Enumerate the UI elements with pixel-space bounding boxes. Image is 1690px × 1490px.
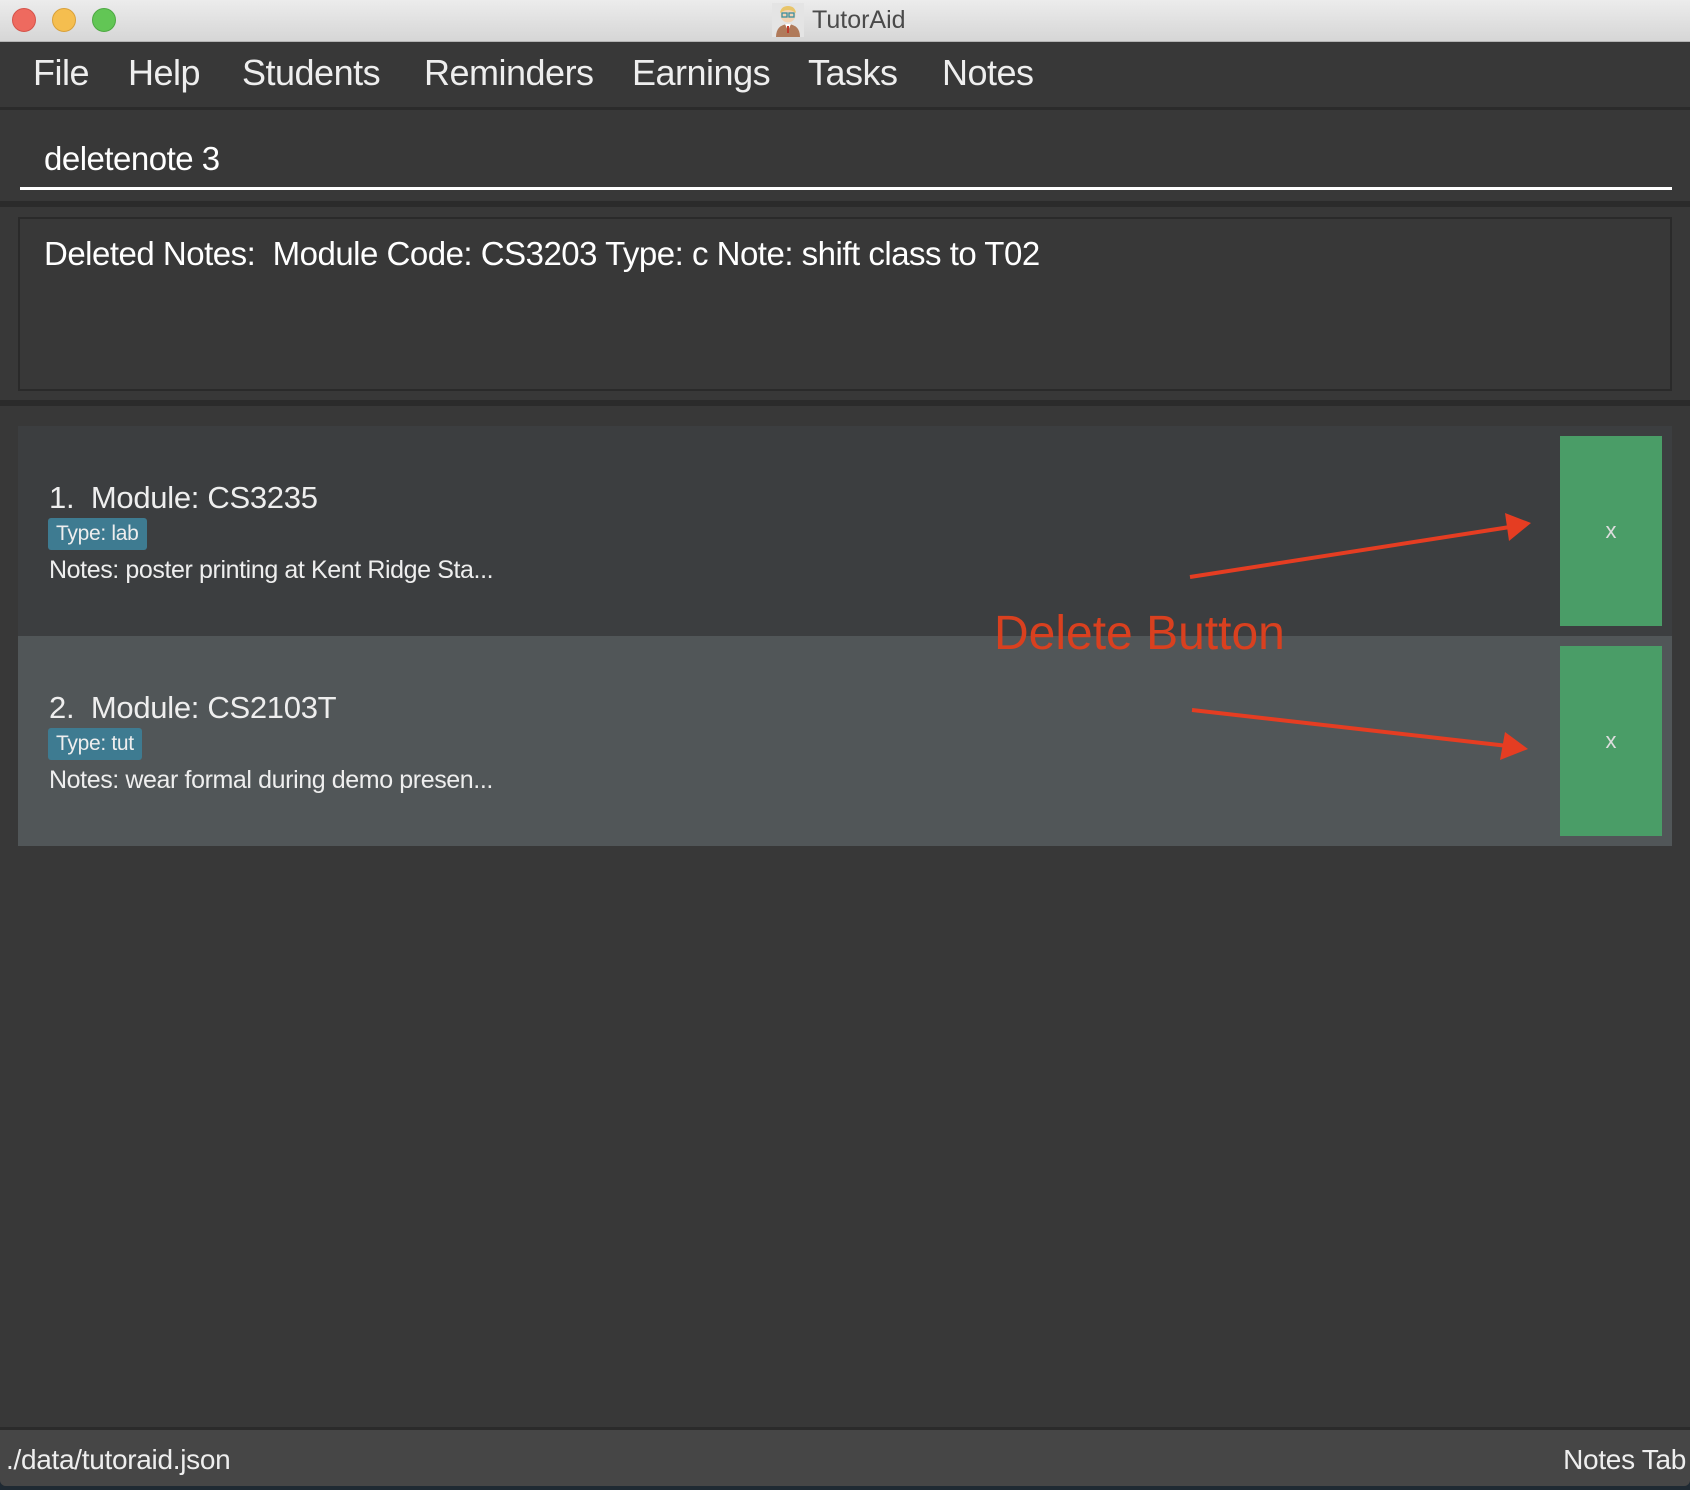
app-window: TutorAid File Help Students Reminders Ea… xyxy=(0,0,1690,1486)
note-title: 2. Module: CS2103T xyxy=(49,690,337,726)
menu-help[interactable]: Help xyxy=(128,52,201,94)
note-card[interactable]: 2. Module: CS2103T Type: tut Notes: wear… xyxy=(18,636,1672,846)
status-bar: ./data/tutoraid.json Notes Tab xyxy=(0,1427,1690,1486)
notes-list: 1. Module: CS3235 Type: lab Notes: poste… xyxy=(0,406,1690,1427)
command-box xyxy=(0,110,1690,203)
note-module: Module: CS2103T xyxy=(90,690,337,725)
window-title-text: TutorAid xyxy=(812,5,906,34)
window-title: TutorAid xyxy=(772,3,906,37)
menu-students[interactable]: Students xyxy=(242,52,381,94)
result-message: Deleted Notes: Module Code: CS3203 Type:… xyxy=(44,235,1040,272)
note-index: 2. xyxy=(49,690,75,725)
note-content: Notes: wear formal during demo presen... xyxy=(49,766,493,794)
note-type-tag: Type: lab xyxy=(48,518,147,550)
menu-reminders[interactable]: Reminders xyxy=(424,52,594,94)
note-title: 1. Module: CS3235 xyxy=(49,480,318,516)
note-type-tag: Type: tut xyxy=(48,728,142,760)
command-input[interactable] xyxy=(20,130,1672,190)
note-module: Module: CS3235 xyxy=(90,480,318,515)
delete-note-button[interactable]: x xyxy=(1560,646,1662,836)
delete-note-button[interactable]: x xyxy=(1560,436,1662,626)
tutor-avatar-icon xyxy=(772,3,804,37)
menu-file[interactable]: File xyxy=(33,52,90,94)
menu-earnings[interactable]: Earnings xyxy=(632,52,771,94)
minimize-window-button[interactable] xyxy=(52,8,76,32)
close-window-button[interactable] xyxy=(12,8,36,32)
result-display: Deleted Notes: Module Code: CS3203 Type:… xyxy=(18,217,1672,391)
note-card[interactable]: 1. Module: CS3235 Type: lab Notes: poste… xyxy=(18,426,1672,636)
delete-icon: x xyxy=(1605,728,1617,753)
data-file-path: ./data/tutoraid.json xyxy=(6,1444,231,1475)
current-tab-indicator: Notes Tab xyxy=(1563,1444,1686,1475)
menu-notes[interactable]: Notes xyxy=(942,52,1034,94)
menu-bar: File Help Students Reminders Earnings Ta… xyxy=(0,42,1690,110)
title-bar: TutorAid xyxy=(0,0,1690,42)
delete-icon: x xyxy=(1605,518,1617,543)
menu-tasks[interactable]: Tasks xyxy=(808,52,898,94)
maximize-window-button[interactable] xyxy=(92,8,116,32)
note-content: Notes: poster printing at Kent Ridge Sta… xyxy=(49,556,494,584)
note-index: 1. xyxy=(49,480,75,515)
result-display-area: Deleted Notes: Module Code: CS3203 Type:… xyxy=(0,207,1690,400)
